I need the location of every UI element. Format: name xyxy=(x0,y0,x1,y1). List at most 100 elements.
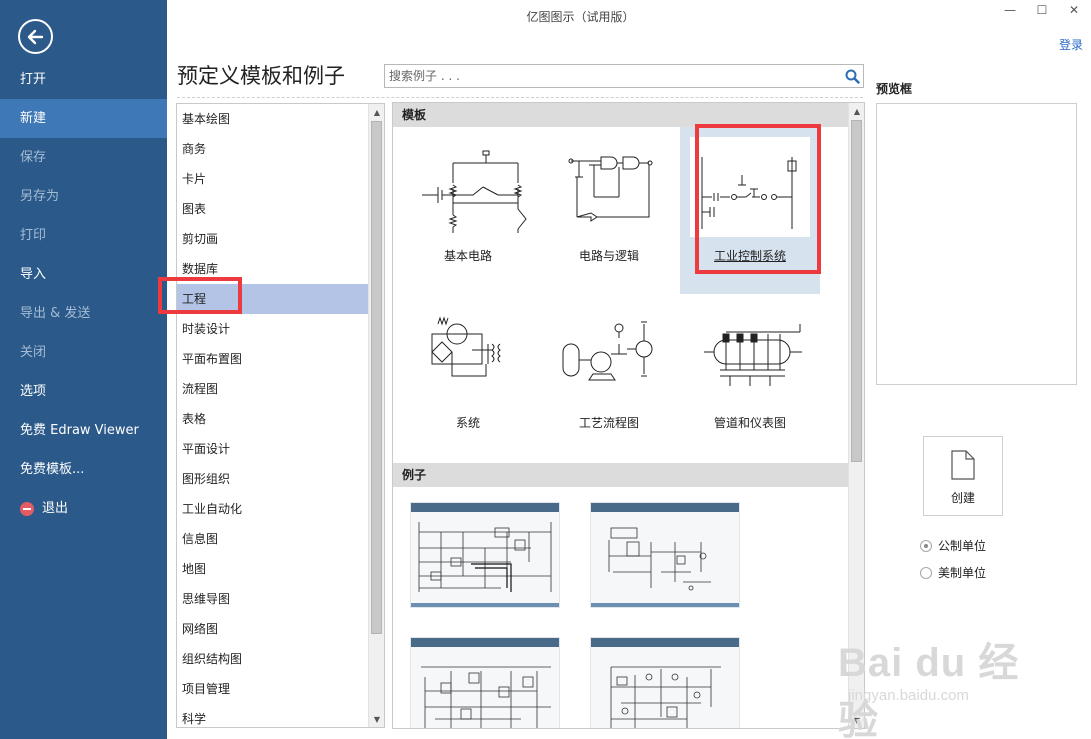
template-circuit-logic[interactable]: 电路与逻辑 xyxy=(539,127,679,294)
new-document-icon xyxy=(951,450,975,480)
scroll-up-icon[interactable]: ▲ xyxy=(369,104,384,120)
industrial-control-thumbnail xyxy=(690,137,810,237)
example-thumbnail[interactable] xyxy=(590,502,740,608)
category-item[interactable]: 基本绘图 xyxy=(177,104,368,134)
menu-open-label: 打开 xyxy=(20,72,47,87)
header-divider xyxy=(177,97,863,98)
template-pid[interactable]: 管道和仪表图 xyxy=(680,294,820,461)
category-item[interactable]: 表格 xyxy=(177,404,368,434)
create-button[interactable]: 创建 xyxy=(923,436,1003,516)
category-item[interactable]: 网络图 xyxy=(177,614,368,644)
login-link[interactable]: 登录 xyxy=(1059,36,1083,53)
example-diagram xyxy=(610,666,721,728)
template-label: 系统 xyxy=(455,416,480,430)
example-thumbnail[interactable] xyxy=(410,637,560,728)
template-label: 管道和仪表图 xyxy=(713,416,786,430)
example-title-bar xyxy=(411,503,559,512)
category-item[interactable]: 工业自动化 xyxy=(177,494,368,524)
category-item[interactable]: 时装设计 xyxy=(177,314,368,344)
menu-save-label: 保存 xyxy=(20,150,47,165)
scroll-up-icon[interactable]: ▲ xyxy=(849,103,864,119)
menu-options[interactable]: 选项 xyxy=(0,372,167,411)
menu-open[interactable]: 打开 xyxy=(0,60,167,99)
close-icon[interactable]: ✕ xyxy=(1067,3,1081,17)
category-item[interactable]: 科学 xyxy=(177,704,368,727)
category-item[interactable]: 工程 xyxy=(177,284,368,314)
category-item[interactable]: 图形组织 xyxy=(177,464,368,494)
menu-edraw-viewer[interactable]: 免费 Edraw Viewer xyxy=(0,411,167,450)
menu-save[interactable]: 保存 xyxy=(0,138,167,177)
category-item[interactable]: 图表 xyxy=(177,194,368,224)
back-arrow-icon xyxy=(27,29,43,44)
template-system[interactable]: 系统 xyxy=(398,294,538,461)
template-process-flow[interactable]: 工艺流程图 xyxy=(539,294,679,461)
metric-units-label: 公制单位 xyxy=(938,539,987,553)
template-industrial-control[interactable]: 工业控制系统 xyxy=(680,127,820,294)
category-panel: 基本绘图 商务 卡片 图表 剪切画 数据库 工程 时装设计 平面布置图 流程图 表格 平面设计 图形组织… xyxy=(176,103,385,728)
category-list: 基本绘图 商务 卡片 图表 剪切画 数据库 工程 时装设计 平面布置图 流程图 表格 平面设计 图形组织… xyxy=(177,104,368,727)
category-item[interactable]: 商务 xyxy=(177,134,368,164)
menu-export-send-label: 导出 & 发送 xyxy=(20,306,91,321)
menu-exit[interactable]: 退出 xyxy=(0,489,167,528)
menu-new[interactable]: 新建 xyxy=(0,99,167,138)
category-item[interactable]: 组织结构图 xyxy=(177,644,368,674)
category-item[interactable]: 平面布置图 xyxy=(177,344,368,374)
example-title-bar xyxy=(411,638,559,647)
create-label: 创建 xyxy=(950,491,975,505)
search-icon[interactable] xyxy=(841,65,863,87)
menu-print[interactable]: 打印 xyxy=(0,216,167,255)
scroll-down-icon[interactable]: ▼ xyxy=(369,711,384,727)
example-title-bar xyxy=(591,638,739,647)
menu-new-label: 新建 xyxy=(20,111,47,126)
maximize-icon[interactable]: ☐ xyxy=(1035,3,1049,17)
preview-box xyxy=(876,103,1077,385)
example-thumbnail[interactable] xyxy=(590,637,740,728)
template-basic-circuit[interactable]: 基本电路 xyxy=(398,127,538,294)
basic-circuit-thumbnail xyxy=(422,150,527,233)
templates-scroll-thumb[interactable] xyxy=(851,120,862,462)
menu-free-templates[interactable]: 免费模板... xyxy=(0,450,167,489)
radio-icon[interactable] xyxy=(920,566,932,579)
window-title: 亿图图示（试用版） xyxy=(526,10,635,24)
preview-label: 预览框 xyxy=(876,82,913,96)
category-scrollbar[interactable]: ▲ ▼ xyxy=(368,104,384,727)
menu-exit-label: 退出 xyxy=(42,501,69,516)
menu-print-label: 打印 xyxy=(20,228,47,243)
category-item[interactable]: 数据库 xyxy=(177,254,368,284)
template-label: 电路与逻辑 xyxy=(578,249,639,263)
minimize-icon[interactable]: — xyxy=(1003,3,1017,17)
example-thumbnail[interactable] xyxy=(410,502,560,608)
menu-free-templates-label: 免费模板... xyxy=(20,462,85,477)
menu-options-label: 选项 xyxy=(20,384,47,399)
category-item[interactable]: 剪切画 xyxy=(177,224,368,254)
menu-export-send[interactable]: 导出 & 发送 xyxy=(0,294,167,333)
category-item[interactable]: 项目管理 xyxy=(177,674,368,704)
category-item[interactable]: 平面设计 xyxy=(177,434,368,464)
templates-header: 模板 xyxy=(393,103,849,127)
menu-save-as-label: 另存为 xyxy=(20,189,60,204)
category-item[interactable]: 卡片 xyxy=(177,164,368,194)
menu-edraw-viewer-label: 免费 Edraw Viewer xyxy=(20,423,139,438)
us-units-option[interactable]: 美制单位 xyxy=(920,564,986,581)
menu-import[interactable]: 导入 xyxy=(0,255,167,294)
category-item[interactable]: 流程图 xyxy=(177,374,368,404)
radio-icon[interactable] xyxy=(920,539,932,552)
page-title: 预定义模板和例子 xyxy=(177,64,345,88)
category-item[interactable]: 信息图 xyxy=(177,524,368,554)
category-item[interactable]: 思维导图 xyxy=(177,584,368,614)
menu-import-label: 导入 xyxy=(20,267,47,282)
search-input[interactable] xyxy=(385,65,841,87)
watermark-sub: jingyan.baidu.com xyxy=(848,687,969,704)
category-scroll-thumb[interactable] xyxy=(371,121,382,634)
templates-panel: 模板 基本电路 电路与逻辑 工业控制系统 系统 工艺流程图 管道和仪表图 例子 … xyxy=(392,102,865,729)
us-units-label: 美制单位 xyxy=(938,566,987,580)
menu-close[interactable]: 关闭 xyxy=(0,333,167,372)
backstage-menu: 打开 新建 保存 另存为 打印 导入 导出 & 发送 关闭 选项 免费 Edra… xyxy=(0,60,167,528)
menu-save-as[interactable]: 另存为 xyxy=(0,177,167,216)
system-thumbnail xyxy=(431,316,501,377)
metric-units-option[interactable]: 公制单位 xyxy=(920,537,986,554)
example-title-bar xyxy=(591,503,739,512)
example-footer xyxy=(411,603,559,607)
circuit-logic-thumbnail xyxy=(568,156,653,222)
category-item[interactable]: 地图 xyxy=(177,554,368,584)
